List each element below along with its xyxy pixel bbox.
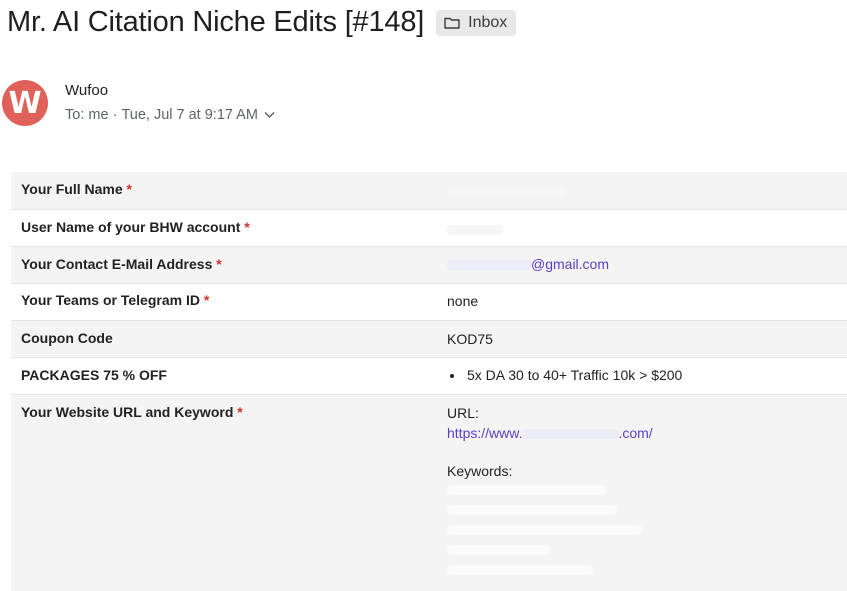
form-field-value: KOD75 [447,331,493,347]
form-entries-table: Your Full Name * User Name of your BHW a… [11,172,847,591]
form-field-value [437,210,847,246]
form-field-label: Your Contact E-Mail Address * [21,256,222,272]
date-separator: · [112,107,118,123]
form-row-email: Your Contact E-Mail Address * @gmail.com [11,247,847,284]
form-row-bhw-username: User Name of your BHW account * [11,210,847,247]
redacted-value [447,187,565,198]
form-field-value: @gmail.com [437,247,847,283]
form-field-value [437,172,847,209]
redacted-keyword [447,485,607,495]
redacted-keyword [447,525,643,535]
package-item: 5x DA 30 to 40+ Traffic 10k > $200 [465,367,847,383]
url-label: URL: [447,405,479,421]
form-field-label: User Name of your BHW account * [21,219,250,235]
email-link[interactable]: @gmail.com [531,256,609,272]
redacted-keyword [447,545,551,555]
email-date: Tue, Jul 7 at 9:17 AM [121,107,258,123]
keywords-label: Keywords: [447,463,513,479]
sender-meta: Wufoo To: me · Tue, Jul 7 at 9:17 AM [65,80,275,126]
redacted-keyword [447,565,593,575]
form-field-label: PACKAGES 75 % OFF [21,367,167,383]
website-url-line: https://www. .com/ [447,425,847,441]
chevron-down-icon[interactable] [264,111,275,119]
inbox-label-text: Inbox [468,13,508,31]
website-link-end[interactable]: .com/ [618,425,652,441]
form-row-coupon: Coupon Code KOD75 [11,321,847,358]
form-field-value: URL: https://www. .com/ Keywords: [437,395,847,591]
redacted-value [447,225,503,236]
redacted-value [522,429,619,440]
form-field-label: Coupon Code [21,330,113,346]
recipient-line[interactable]: To: me · Tue, Jul 7 at 9:17 AM [65,107,275,123]
email-subject: Mr. AI Citation Niche Edits [#148] [7,6,425,38]
inbox-label-chip[interactable]: Inbox [436,9,517,36]
form-field-label: Your Full Name * [21,181,132,197]
form-row-packages: PACKAGES 75 % OFF 5x DA 30 to 40+ Traffi… [11,358,847,395]
keyword-list-redacted [447,485,847,575]
form-field-value: none [447,293,479,309]
sender-header: W Wufoo To: me · Tue, Jul 7 at 9:17 AM [2,80,275,126]
form-field-label: Your Website URL and Keyword * [21,404,243,420]
website-link-start[interactable]: https://www. [447,425,522,441]
redacted-value [447,260,531,271]
form-row-telegram: Your Teams or Telegram ID * none [11,284,847,321]
form-row-full-name: Your Full Name * [11,172,847,210]
subject-row: Mr. AI Citation Niche Edits [#148] Inbox [7,6,517,39]
form-row-website: Your Website URL and Keyword * URL: http… [11,395,847,591]
folder-icon [444,17,460,29]
form-field-value: 5x DA 30 to 40+ Traffic 10k > $200 [437,358,847,394]
form-field-label: Your Teams or Telegram ID * [21,292,210,308]
recipient-name: me [88,107,109,123]
redacted-keyword [447,505,617,515]
sender-avatar[interactable]: W [2,80,48,126]
recipient-prefix: To: [65,107,85,123]
sender-name[interactable]: Wufoo [65,82,275,99]
